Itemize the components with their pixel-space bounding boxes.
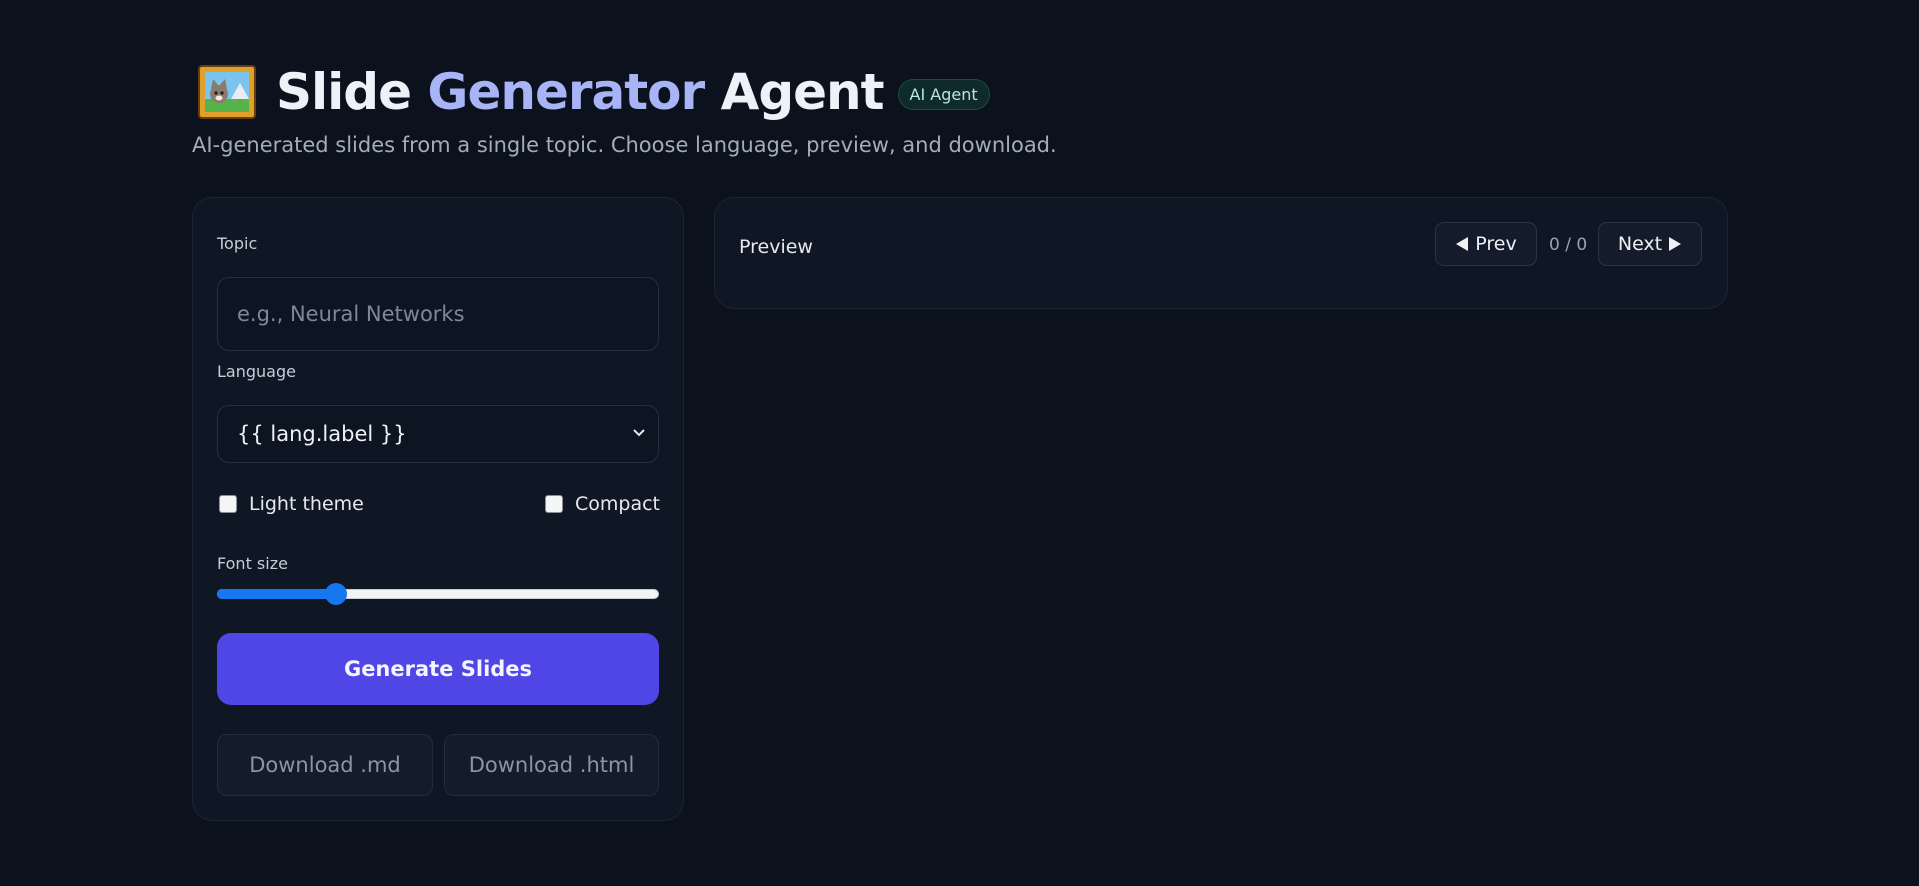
page-subtitle: AI-generated slides from a single topic.… bbox=[192, 133, 1057, 157]
title-row: Slide Generator Agent AI Agent bbox=[192, 60, 1057, 124]
header: Slide Generator Agent AI Agent AI-genera… bbox=[192, 60, 1057, 157]
triangle-right-icon bbox=[1669, 237, 1682, 251]
slide-counter: 0 / 0 bbox=[1549, 235, 1588, 255]
app-page: Slide Generator Agent AI Agent AI-genera… bbox=[0, 0, 1919, 886]
language-label: Language bbox=[217, 362, 296, 381]
light-theme-toggle[interactable]: Light theme bbox=[219, 493, 364, 515]
topic-input[interactable] bbox=[217, 277, 659, 351]
title-word-generator: Generator bbox=[427, 63, 705, 121]
prev-button-label: Prev bbox=[1475, 233, 1517, 255]
topic-label: Topic bbox=[217, 234, 258, 253]
font-size-label: Font size bbox=[217, 554, 288, 573]
light-theme-label: Light theme bbox=[249, 493, 364, 515]
preview-panel: Preview Prev 0 / 0 Next bbox=[714, 197, 1728, 309]
page-title: Slide Generator Agent bbox=[276, 63, 885, 121]
download-md-button[interactable]: Download .md bbox=[217, 734, 433, 796]
compact-label: Compact bbox=[575, 493, 660, 515]
ai-agent-badge: AI Agent bbox=[897, 78, 990, 110]
compact-checkbox[interactable] bbox=[545, 495, 563, 513]
title-word-slide: Slide bbox=[276, 63, 412, 121]
generate-slides-button[interactable]: Generate Slides bbox=[217, 633, 659, 705]
compact-toggle[interactable]: Compact bbox=[545, 493, 660, 515]
preview-title: Preview bbox=[739, 236, 813, 258]
triangle-left-icon bbox=[1456, 237, 1469, 251]
title-word-agent: Agent bbox=[720, 63, 885, 121]
prev-button[interactable]: Prev bbox=[1435, 222, 1537, 266]
download-html-button[interactable]: Download .html bbox=[444, 734, 659, 796]
light-theme-checkbox[interactable] bbox=[219, 495, 237, 513]
language-select[interactable]: {{ lang.label }} bbox=[217, 405, 659, 463]
next-button[interactable]: Next bbox=[1598, 222, 1702, 266]
slider-thumb[interactable] bbox=[325, 583, 347, 605]
next-button-label: Next bbox=[1617, 233, 1663, 255]
font-size-slider[interactable] bbox=[217, 583, 659, 605]
framed-picture-icon bbox=[198, 65, 256, 119]
chevron-down-icon bbox=[633, 429, 645, 437]
slider-fill bbox=[217, 589, 336, 599]
language-selected-value: {{ lang.label }} bbox=[237, 422, 407, 446]
controls-panel: Topic Language {{ lang.label }} Light th… bbox=[192, 197, 684, 821]
